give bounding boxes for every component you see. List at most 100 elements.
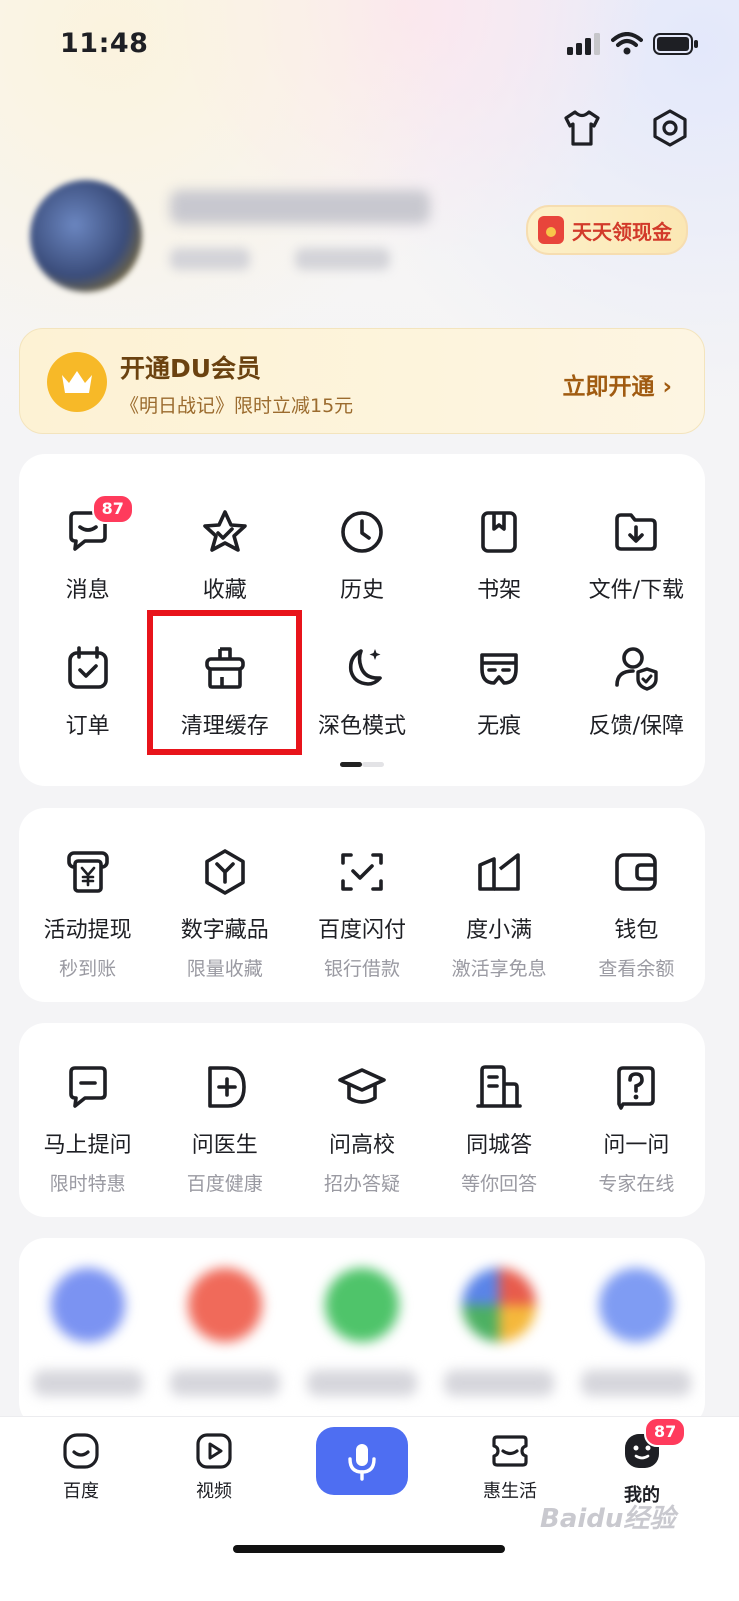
service-item-blurred[interactable] [156, 1268, 293, 1396]
page-indicator [340, 762, 384, 767]
finance-sub: 限量收藏 [186, 958, 263, 980]
bookmark-icon [471, 504, 527, 560]
qa-sub: 等你回答 [461, 1173, 538, 1195]
gear-icon [653, 109, 687, 147]
qa-college[interactable]: 问高校 招办答疑 [293, 1059, 430, 1196]
finance-withdraw[interactable]: 活动提现 秒到账 [19, 844, 156, 981]
scan-check-icon [334, 844, 390, 900]
tool-label: 文件/下载 [588, 578, 685, 603]
mine-icon-wrap: 87 [622, 1417, 687, 1475]
tool-messages[interactable]: 87 消息 [19, 494, 156, 604]
play-icon [196, 1433, 232, 1469]
wifi-icon [611, 32, 643, 55]
tool-label: 收藏 [202, 578, 247, 603]
tool-favorites[interactable]: 收藏 [156, 504, 293, 604]
qa-ask-expert[interactable]: 问一问 专家在线 [568, 1059, 705, 1196]
finance-sub: 秒到账 [59, 958, 117, 980]
finance-duxiaoman[interactable]: 度小满 激活享免息 [431, 844, 568, 981]
service-item-blurred[interactable] [431, 1268, 568, 1396]
calendar-check-icon [60, 640, 116, 696]
baidu-home-icon [63, 1433, 99, 1469]
app-icon-blurred [324, 1268, 399, 1342]
username-blurred[interactable] [170, 190, 430, 224]
profile-stat-blurred [295, 248, 390, 270]
vip-open-button[interactable]: 立即开通 › [563, 367, 673, 401]
vip-banner[interactable]: 开通DU会员 《明日战记》限时立减15元 立即开通 › [19, 328, 705, 434]
finance-row: 活动提现 秒到账 数字藏品 限量收藏 百度闪付 银行借款 度小满 激活享免息 钱… [19, 844, 705, 981]
tab-label: 视频 [196, 1481, 232, 1502]
service-label-blurred [306, 1370, 417, 1396]
service-label-blurred [169, 1370, 280, 1396]
page-dot-active [340, 762, 362, 767]
download-folder-icon [608, 504, 664, 560]
question-bubble-icon [60, 1059, 116, 1115]
voice-search-button[interactable] [316, 1427, 408, 1495]
daily-cash-label: 天天领现金 [572, 219, 672, 244]
cash-withdraw-icon [60, 844, 116, 900]
message-icon: 87 [60, 494, 134, 560]
daily-cash-button[interactable]: 天天领现金 [526, 205, 688, 255]
vip-subtitle: 《明日战记》限时立减15元 [120, 395, 354, 417]
tab-video[interactable]: 视频 [174, 1431, 254, 1503]
tool-feedback[interactable]: 反馈/保障 [568, 640, 705, 740]
tool-label: 消息 [65, 578, 110, 603]
finance-label: 活动提现 [43, 918, 132, 943]
service-item-blurred[interactable] [293, 1268, 430, 1396]
finance-flashpay[interactable]: 百度闪付 银行借款 [293, 844, 430, 981]
finance-wallet[interactable]: 钱包 查看余额 [568, 844, 705, 981]
qa-sub: 限时特惠 [49, 1173, 126, 1195]
service-item-blurred[interactable] [568, 1268, 705, 1396]
tool-dark-mode[interactable]: 深色模式 [293, 640, 430, 740]
mask-icon [471, 640, 527, 696]
tool-orders[interactable]: 订单 [19, 640, 156, 740]
tab-home[interactable]: 百度 [41, 1431, 121, 1503]
qa-sub: 百度健康 [186, 1173, 263, 1195]
page-dot [362, 762, 384, 767]
tab-life[interactable]: 惠生活 [470, 1431, 550, 1503]
tool-incognito[interactable]: 无痕 [431, 640, 568, 740]
duxiaoman-icon [471, 844, 527, 900]
tools-card: 87 消息 收藏 历史 书架 文件/下载 订单 清理缓存 深色模式 无痕 反馈/… [19, 454, 705, 786]
medical-plus-icon [197, 1059, 253, 1115]
qa-ask-now[interactable]: 马上提问 限时特惠 [19, 1059, 156, 1196]
finance-sub: 激活享免息 [451, 958, 547, 980]
service-label-blurred [444, 1370, 555, 1396]
home-indicator[interactable] [233, 1545, 505, 1553]
skin-button[interactable] [560, 106, 604, 150]
service-item-blurred[interactable] [19, 1268, 156, 1396]
tool-downloads[interactable]: 文件/下载 [568, 504, 705, 604]
tools-row-1: 87 消息 收藏 历史 书架 文件/下载 [19, 494, 705, 604]
tab-mine[interactable]: 87 我的 [602, 1417, 687, 1507]
moon-icon [334, 640, 390, 696]
mine-badge: 87 [644, 1417, 687, 1447]
qa-local[interactable]: 同城答 等你回答 [431, 1059, 568, 1196]
avatar[interactable] [30, 180, 142, 292]
highlight-box [147, 610, 302, 755]
finance-label: 数字藏品 [180, 918, 269, 943]
ticket-icon [492, 1435, 528, 1467]
watermark: Baidu经验 [540, 1504, 676, 1534]
tool-label: 历史 [339, 578, 384, 603]
tool-history[interactable]: 历史 [293, 504, 430, 604]
service-label-blurred [581, 1370, 692, 1396]
building-icon [471, 1059, 527, 1115]
app-icon-blurred [187, 1268, 262, 1342]
settings-button[interactable] [648, 106, 692, 150]
qa-label: 问一问 [603, 1133, 670, 1158]
tshirt-icon [564, 110, 600, 146]
finance-label: 度小满 [466, 918, 533, 943]
qa-doctor[interactable]: 问医生 百度健康 [156, 1059, 293, 1196]
question-mark-icon [608, 1059, 664, 1115]
status-icons [567, 32, 699, 56]
tool-bookshelf[interactable]: 书架 [431, 504, 568, 604]
tool-label: 订单 [65, 714, 110, 739]
finance-nft[interactable]: 数字藏品 限量收藏 [156, 844, 293, 981]
finance-sub: 查看余额 [598, 958, 675, 980]
battery-icon [653, 33, 698, 55]
tab-label: 百度 [63, 1481, 99, 1502]
clock-icon [334, 504, 390, 560]
finance-label: 百度闪付 [317, 918, 406, 943]
qa-label: 问医生 [191, 1133, 258, 1158]
red-envelope-icon [538, 216, 564, 244]
qa-label: 问高校 [328, 1133, 395, 1158]
